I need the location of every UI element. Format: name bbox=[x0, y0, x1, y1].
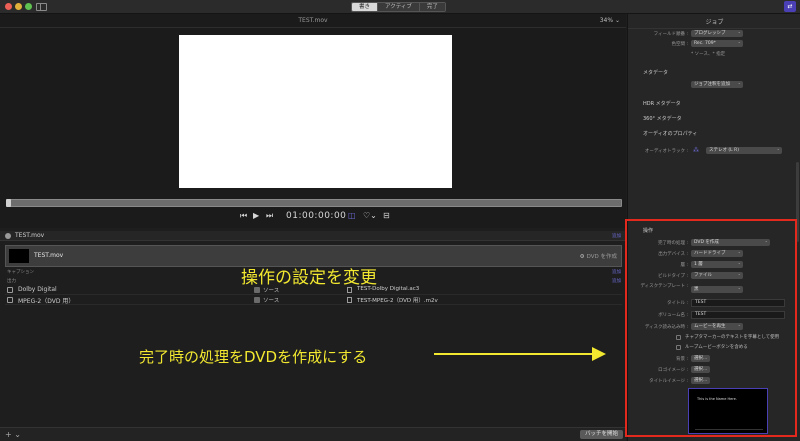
output-label: Dolby Digital bbox=[18, 286, 57, 293]
annotation-arrow-head bbox=[592, 347, 606, 361]
batch-list: TEST.mov 追加 TEST.mov ⚙ DVD を作成 キャプション 追加 … bbox=[0, 231, 626, 427]
skip-back-icon[interactable]: ⏮ bbox=[240, 210, 247, 222]
file-icon bbox=[347, 297, 352, 303]
color-note: * ソース、* 指定 bbox=[691, 52, 726, 57]
output-source: ソース bbox=[263, 298, 280, 304]
color-space-select[interactable]: Rec. 709* bbox=[691, 40, 743, 47]
video-preview bbox=[179, 35, 452, 188]
gear-icon: ⚙ bbox=[579, 254, 585, 260]
job-name: TEST.mov bbox=[34, 252, 64, 259]
metadata-heading: メタデータ bbox=[643, 70, 669, 76]
vr-metadata-heading[interactable]: 360° メタデータ bbox=[643, 115, 682, 122]
timecode-display: 01:00:00:00 bbox=[286, 211, 347, 221]
close-window-button[interactable] bbox=[5, 3, 12, 10]
audio-track-label: オーディオトラック : bbox=[644, 149, 688, 154]
output-file: TEST-MPEG-2（DVD 用）.m2v bbox=[357, 298, 438, 304]
annotation-arrow bbox=[434, 353, 594, 355]
hdr-metadata-heading[interactable]: HDR メタデータ bbox=[643, 100, 681, 107]
zoom-window-button[interactable] bbox=[25, 3, 32, 10]
divider bbox=[628, 28, 800, 29]
video-icon bbox=[7, 297, 13, 303]
job-thumbnail bbox=[9, 249, 29, 263]
viewer-title: TEST.mov bbox=[298, 17, 328, 24]
output-section-label: 出力 bbox=[7, 279, 16, 284]
divider bbox=[0, 27, 626, 28]
inspector-toggle-icon[interactable]: ⇄ bbox=[784, 1, 796, 12]
batch-header: TEST.mov 追加 bbox=[0, 231, 626, 241]
tab-current[interactable]: 書き bbox=[352, 3, 379, 11]
caption-add-link[interactable]: 追加 bbox=[612, 269, 621, 275]
tab-completed[interactable]: 完了 bbox=[419, 3, 445, 11]
inspector-title: ジョブ bbox=[705, 19, 724, 26]
add-job-annotation-button[interactable]: ジョブ注釈を追加 bbox=[691, 81, 743, 88]
operation-highlight-box bbox=[625, 219, 797, 437]
playhead-handle[interactable] bbox=[6, 199, 11, 207]
tab-active[interactable]: アクティブ bbox=[378, 3, 420, 11]
add-batch-button[interactable]: + ⌄ bbox=[5, 430, 21, 439]
view-tabs: 書き アクティブ 完了 bbox=[351, 2, 446, 12]
source-icon bbox=[254, 297, 260, 303]
field-order-select[interactable]: プログレッシブ bbox=[691, 30, 743, 37]
start-batch-button[interactable]: バッチを開始 bbox=[579, 430, 623, 439]
marker-icon[interactable]: ♡⌄ bbox=[363, 210, 377, 222]
titlebar: 書き アクティブ 完了 ⇄ bbox=[0, 0, 800, 14]
job-action-label: DVD を作成 bbox=[586, 254, 617, 260]
batch-add-link[interactable]: 追加 bbox=[612, 233, 621, 239]
subtitle-icon[interactable]: ⊟ bbox=[383, 210, 390, 222]
batch-name: TEST.mov bbox=[15, 232, 45, 239]
audio-icon bbox=[7, 287, 13, 293]
play-icon[interactable]: ▶ bbox=[253, 210, 259, 222]
field-order-label: フィールド順番 : bbox=[653, 32, 688, 37]
skip-forward-icon[interactable]: ⏭ bbox=[266, 210, 273, 222]
loop-icon[interactable]: ◫ bbox=[348, 210, 356, 222]
zoom-menu[interactable]: 34% ⌄ bbox=[600, 17, 620, 24]
bottom-bar: + ⌄ バッチを開始 bbox=[0, 427, 626, 441]
annotation-change-settings: 操作の設定を変更 bbox=[241, 268, 377, 288]
transport-controls: ⏮ ▶ ⏭ 01:00:00:00 ◫ ♡⌄ ⊟ bbox=[0, 210, 626, 222]
caption-section-label: キャプション bbox=[7, 270, 34, 275]
scrubber-bar[interactable] bbox=[6, 199, 622, 207]
output-label: MPEG-2（DVD 用） bbox=[18, 298, 75, 305]
output-add-link[interactable]: 追加 bbox=[612, 278, 621, 284]
color-space-label: 色空間 : bbox=[671, 42, 688, 47]
audio-wave-icon: ⁂ bbox=[693, 147, 699, 154]
annotation-set-dvd: 完了時の処理をDVDを作成にする bbox=[139, 348, 368, 366]
sidebar-toggle-icon[interactable] bbox=[36, 3, 47, 11]
audio-properties-heading[interactable]: オーディオのプロパティ bbox=[643, 130, 697, 137]
batch-status-icon bbox=[5, 233, 11, 239]
audio-track-select[interactable]: ステレオ (L R) bbox=[706, 147, 782, 154]
viewer: TEST.mov 34% ⌄ ⏮ ▶ ⏭ 01:00:00:00 ◫ ♡⌄ ⊟ bbox=[0, 14, 626, 228]
job-action[interactable]: ⚙ DVD を作成 bbox=[580, 252, 617, 260]
output-row[interactable]: MPEG-2（DVD 用） ソース TEST-MPEG-2（DVD 用）.m2v bbox=[5, 296, 622, 305]
minimize-window-button[interactable] bbox=[15, 3, 22, 10]
